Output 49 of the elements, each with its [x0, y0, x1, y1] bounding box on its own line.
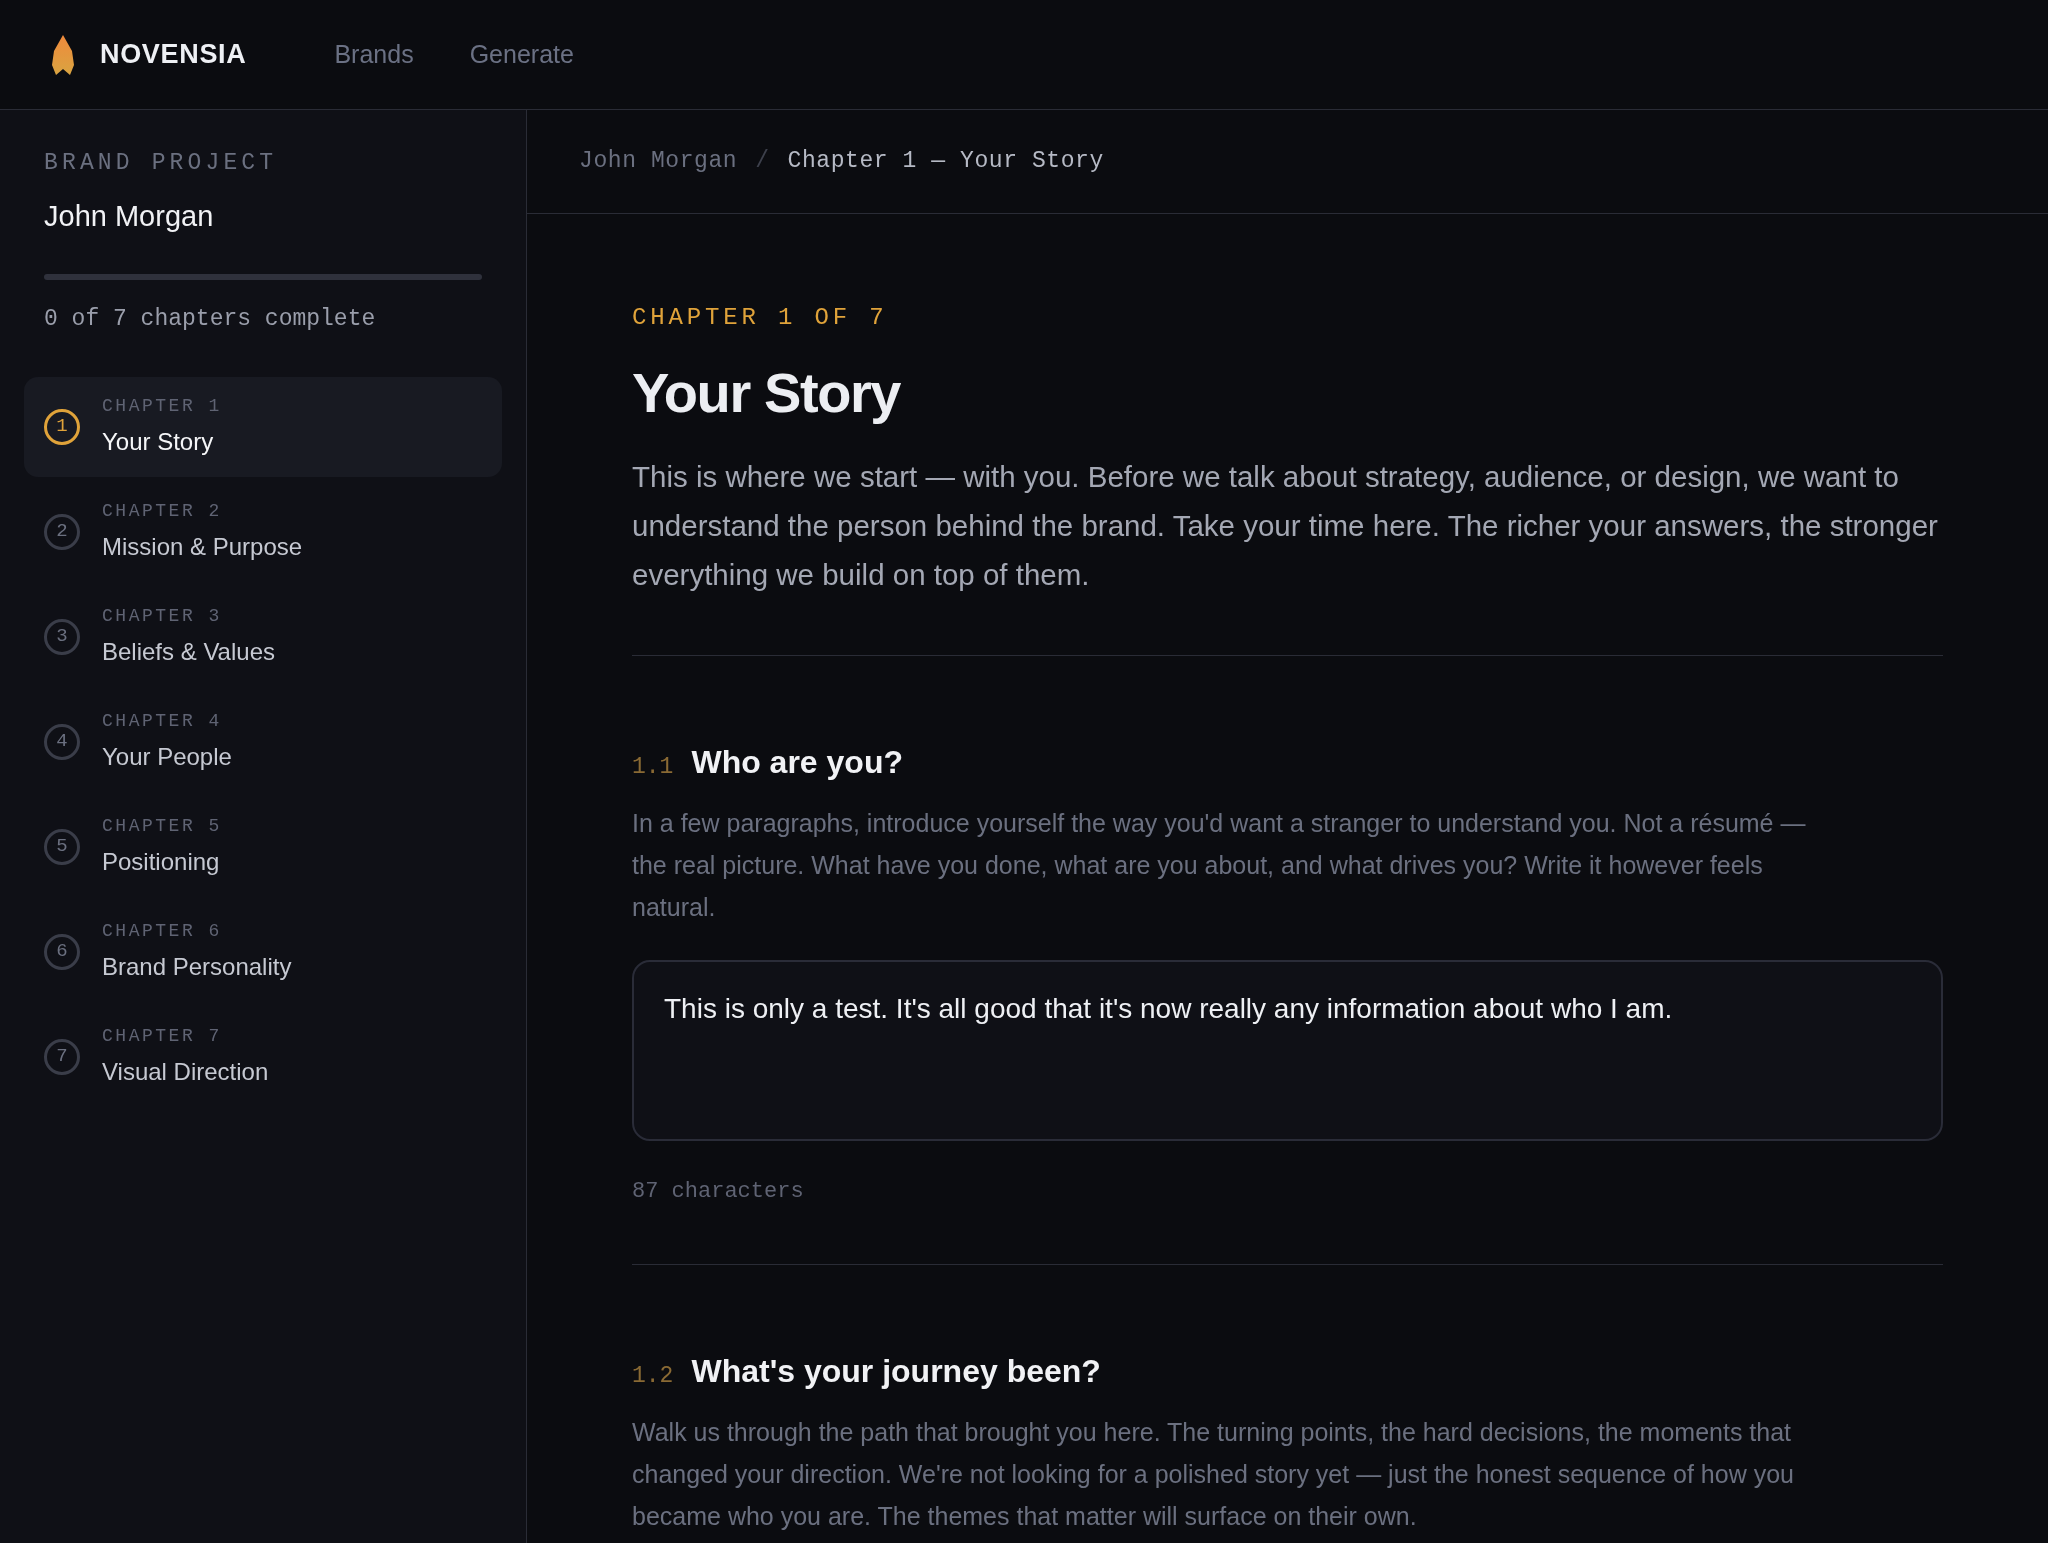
chapter-title: Brand Personality [102, 952, 292, 982]
question-title: What's your journey been? [691, 1352, 1101, 1391]
chapter-eyebrow: CHAPTER 3 [102, 605, 223, 628]
chapter-eyebrow: CHAPTER 7 [102, 1025, 223, 1048]
chapter-item[interactable]: 5 CHAPTER 5 Positioning [24, 796, 502, 897]
nav-link[interactable]: Generate [469, 35, 574, 74]
chapter-eyebrow: CHAPTER 4 [102, 710, 223, 733]
question-description: Walk us through the path that brought you here. The turning points, the hard decisions, the moments that changed your direction. We're not looking for a polished story yet — just the honest sequence of how you became who you are. The themes that matter will surface on their own. [632, 1417, 1795, 1532]
breadcrumb-current: Chapter 1 — Your Story [787, 147, 1104, 177]
breadcrumb-separator: / [755, 147, 770, 177]
chapter-eyebrow: CHAPTER 5 [102, 815, 222, 838]
chapter-eyebrow: CHAPTER 2 [102, 500, 223, 523]
project-name: John Morgan [44, 198, 215, 234]
brand-name: NOVENSIA [100, 38, 247, 72]
chapter-number: 6 [44, 933, 80, 970]
question-number: 1.1 [632, 753, 674, 782]
chapter-intro: This is where we start — with you. Before we talk about strategy, audience, or design, we want to understand the person behind the brand. Take your time here. The richer your answers, the stronger everything we build on top of them. [632, 459, 1939, 593]
chapter-title: Mission & Purpose [102, 532, 303, 562]
character-count: 87 characters [632, 1178, 805, 1206]
flame-logo-icon [50, 34, 76, 75]
chapter-item[interactable]: 2 CHAPTER 2 Mission & Purpose [24, 481, 502, 582]
nav-link[interactable]: Brands [334, 35, 414, 74]
chapter-item[interactable]: 3 CHAPTER 3 Beliefs & Values [24, 586, 502, 687]
chapter-title: Your Story [632, 360, 902, 426]
chapter-number: 3 [44, 618, 80, 655]
question-number: 1.2 [632, 1362, 674, 1391]
chapter-title: Your People [102, 742, 232, 772]
chapter-title: Beliefs & Values [102, 637, 275, 667]
chapter-number: 5 [44, 828, 80, 865]
question-description: In a few paragraphs, introduce yourself the way you'd want a stranger to understand you. Not a résumé — the real picture. What have you done, what are you about, and what drives you? Write it however feels natural. [632, 808, 1807, 923]
question-title: Who are you? [691, 743, 903, 782]
chapter-eyebrow: CHAPTER 6 [102, 920, 223, 943]
chapter-item[interactable]: 4 CHAPTER 4 Your People [24, 691, 502, 792]
progress-label: 0 of 7 chapters complete [44, 305, 377, 334]
chapter-title: Visual Direction [102, 1057, 269, 1087]
chapter-title: Your Story [102, 427, 215, 457]
chapter-number: 7 [44, 1038, 80, 1075]
chapter-eyebrow: CHAPTER 1 OF 7 [632, 303, 889, 333]
chapter-number: 2 [44, 513, 80, 550]
chapter-eyebrow: CHAPTER 1 [102, 395, 222, 418]
chapter-number: 4 [44, 723, 80, 760]
chapter-title: Positioning [102, 847, 221, 877]
chapter-item[interactable]: 6 CHAPTER 6 Brand Personality [24, 901, 502, 1002]
breadcrumb-link[interactable]: John Morgan [579, 144, 738, 179]
answer-field[interactable]: This is only a test. It's all good that it's now really any information about who I am. [632, 960, 1943, 1141]
chapter-number: 1 [44, 408, 80, 445]
sidebar-eyebrow: BRAND PROJECT [44, 149, 279, 178]
chapter-item[interactable]: 1 CHAPTER 1 Your Story [24, 376, 502, 477]
chapter-item[interactable]: 7 CHAPTER 7 Visual Direction [24, 1006, 502, 1107]
